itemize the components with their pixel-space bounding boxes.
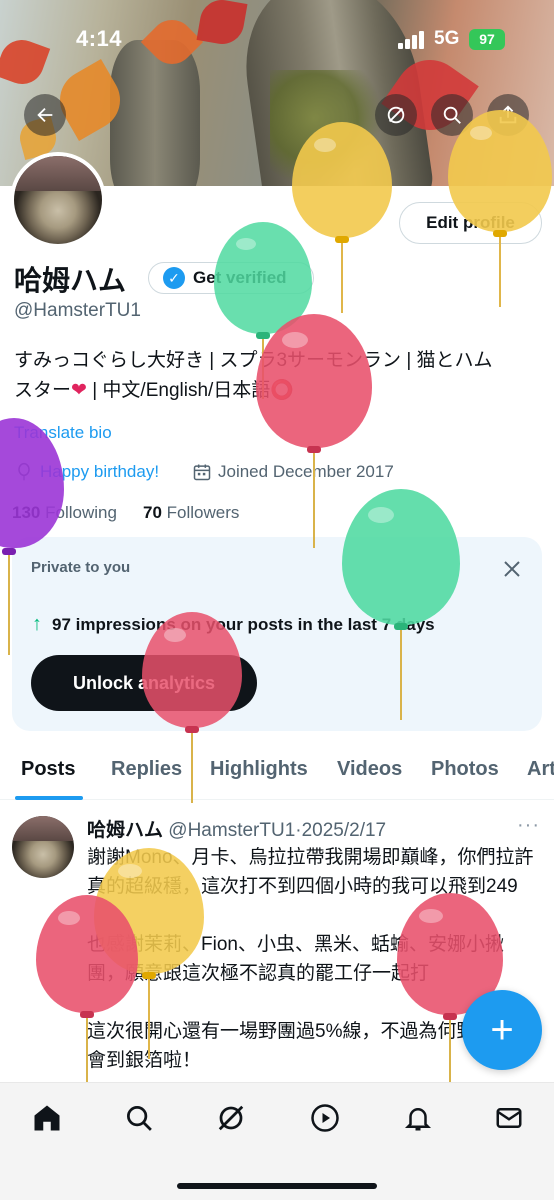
verified-check-icon: ✓ [163, 267, 185, 289]
followers-label: Followers [166, 503, 240, 522]
private-analytics-card: Private to you ↑ 97 impressions on your … [12, 537, 542, 731]
post-author-name[interactable]: 哈姆ハム [87, 820, 163, 841]
bio-line-2-end: | 中文/English/日本語 [86, 380, 271, 401]
battery-icon: 97 [469, 29, 505, 50]
joined-text: Joined December 2017 [218, 462, 394, 481]
post-handle-date: @HamsterTU1·2025/2/17 [168, 820, 387, 841]
post-header: 哈姆ハム @HamsterTU1·2025/2/17 [87, 815, 386, 842]
tab-highlights[interactable]: Highlights [210, 758, 308, 781]
tab-photos[interactable]: Photos [431, 758, 499, 781]
search-icon [443, 106, 461, 124]
profile-tabs: Posts Replies Highlights Videos Photos A… [0, 740, 554, 800]
post-avatar[interactable] [12, 816, 74, 878]
followers-link[interactable]: 70 Followers [143, 503, 239, 523]
notifications-bell-icon[interactable] [403, 1103, 433, 1133]
status-time: 4:14 [76, 26, 123, 51]
calendar-icon [193, 464, 211, 481]
arrow-up-icon: ↑ [32, 613, 42, 635]
grok-icon[interactable] [216, 1103, 246, 1133]
network-type: 5G [434, 28, 460, 49]
compose-post-button[interactable]: + [462, 990, 542, 1070]
joined-info: Joined December 2017 [192, 462, 394, 482]
profile-handle: @HamsterTU1 [14, 300, 141, 321]
card-title: Private to you [31, 559, 131, 576]
back-button[interactable] [24, 94, 66, 136]
bottom-navigation [0, 1082, 554, 1200]
search-icon[interactable] [124, 1103, 154, 1133]
tab-replies[interactable]: Replies [111, 758, 182, 781]
post-more-icon[interactable]: ··· [517, 814, 540, 837]
video-play-icon[interactable] [310, 1103, 340, 1133]
profile-avatar[interactable] [10, 152, 106, 248]
signal-icon [398, 31, 426, 49]
active-tab-indicator [15, 796, 83, 800]
messages-mail-icon[interactable] [494, 1103, 524, 1133]
close-icon[interactable] [500, 557, 524, 581]
home-indicator [177, 1183, 377, 1189]
back-arrow-icon [37, 107, 53, 123]
bio-line-2-start: スター [14, 380, 72, 401]
profile-name: 哈姆ハム [14, 265, 127, 296]
tab-art[interactable]: Art [527, 758, 554, 781]
heart-emoji-icon: ❤ [71, 380, 87, 401]
tab-posts[interactable]: Posts [21, 758, 75, 781]
home-icon[interactable] [32, 1103, 62, 1133]
status-bar: 4:14 5G 97 [0, 0, 554, 70]
grok-icon [387, 106, 405, 124]
followers-count: 70 [143, 503, 162, 522]
tab-videos[interactable]: Videos [337, 758, 402, 781]
grok-button[interactable] [375, 94, 417, 136]
